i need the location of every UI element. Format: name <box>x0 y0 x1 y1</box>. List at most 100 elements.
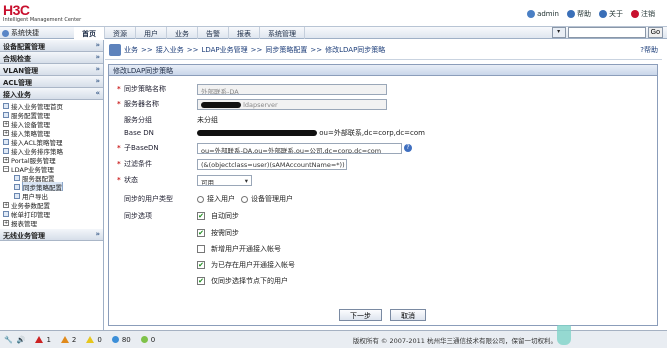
radio-icon <box>197 195 204 203</box>
sidebar-section-compliance[interactable]: 合规检查 » <box>0 52 103 64</box>
nav-resource[interactable]: 资源 <box>105 27 136 39</box>
sidebar-item-bill-print[interactable]: 帐单打印管理 <box>0 209 103 218</box>
cancel-button[interactable]: 取消 <box>390 309 426 321</box>
admin-link[interactable]: admin <box>527 10 559 18</box>
sidebar-item-label: 接入设备管理 <box>11 120 50 129</box>
expand-icon[interactable]: + <box>3 129 9 136</box>
sidebar-section-wireless[interactable]: 无线业务管理 » <box>0 229 103 241</box>
go-button[interactable]: Go <box>647 27 663 38</box>
sidebar-item-access-policy[interactable]: + 接入策略管理 <box>0 128 103 137</box>
about-label: 关于 <box>609 10 623 18</box>
sidebar-item-ldap-server[interactable]: 服务器配置 <box>0 173 103 182</box>
status-select[interactable]: 可用 ▾ <box>197 174 252 186</box>
nav-system[interactable]: 系统管理 <box>260 27 305 39</box>
policy-name-field: 外部联系-DA <box>197 83 387 95</box>
opt-selected-node[interactable]: ✔ 仅同步选择节点下的用户 <box>197 275 288 287</box>
checkbox-checked[interactable]: ✔ <box>197 277 205 285</box>
nav-search: ▾ Go <box>551 27 663 38</box>
sidebar-item-ldap[interactable]: − LDAP业务管理 <box>0 164 103 173</box>
nav-menu: 首页 资源 用户 业务 告警 报表 系统管理 <box>74 27 305 39</box>
expand-icon[interactable]: + <box>3 120 9 127</box>
label-wrap: * 子BaseDN <box>117 143 197 153</box>
breadcrumb-item[interactable]: 业务 <box>124 45 138 55</box>
sub-base-dn-input[interactable]: ou=外部联系-DA,ou=外部联系,ou=公司,dc=corp,dc=com <box>197 142 402 154</box>
sidebar-item-label: 接入业务排序策略 <box>11 147 63 156</box>
section-title: ACL管理 <box>3 79 33 87</box>
sidebar-item-sort-policy[interactable]: 接入业务排序策略 <box>0 146 103 155</box>
breadcrumb-item[interactable]: 同步策略配置 <box>265 45 307 55</box>
nav-alarm[interactable]: 告警 <box>198 27 229 39</box>
base-dn-label: Base DN <box>124 129 154 137</box>
expand-icon[interactable]: + <box>3 156 9 163</box>
sync-options-label: 同步选项 <box>124 212 152 220</box>
breadcrumb-item[interactable]: 接入业务 <box>156 45 184 55</box>
sidebar-item-portal[interactable]: + Portal服务管理 <box>0 155 103 164</box>
expand-icon[interactable]: + <box>3 201 9 208</box>
copyright-text: 版权所有 © 2007-2011 杭州华三通信技术有限公司，保留一切权利。 <box>352 337 557 345</box>
search-scope-select[interactable]: ▾ <box>551 27 566 38</box>
breadcrumb-current: 修改LDAP同步策略 <box>325 45 386 54</box>
filter-input[interactable]: (&(objectclass=user)(sAMAccountName=*)) <box>197 158 347 170</box>
content-area: 业务 >> 接入业务 >> LDAP业务管理 >> 同步策略配置 >> 修改LD… <box>105 40 662 330</box>
status-tools[interactable]: 🔧 🔊 <box>4 336 25 344</box>
opt-existing-user-account[interactable]: ✔ 为已存在用户开通接入帐号 <box>197 259 295 271</box>
sidebar-item-label: 同步策略配置 <box>22 182 63 191</box>
radio-access-user[interactable]: 接入用户 <box>197 194 235 204</box>
nav-report[interactable]: 报表 <box>229 27 260 39</box>
sidebar-item-report[interactable]: + 报表管理 <box>0 218 103 227</box>
row-status: * 状态 可用 ▾ <box>117 174 252 186</box>
opt-auto-sync[interactable]: ✔ 自动同步 <box>197 210 239 222</box>
nav-home[interactable]: 首页 <box>74 27 105 39</box>
admin-label: admin <box>537 10 559 18</box>
sidebar: 设备配置管理 » 合规检查 » VLAN管理 » ACL管理 » 接入业务 « … <box>0 40 104 330</box>
row-policy-name: * 同步策略名称 外部联系-DA <box>117 83 387 95</box>
expand-icon[interactable]: + <box>3 219 9 226</box>
next-button[interactable]: 下一步 <box>339 309 382 321</box>
radio-device-user[interactable]: 设备管理用户 <box>241 194 293 204</box>
sidebar-item-user-export[interactable]: 用户导出 <box>0 191 103 200</box>
nav-user[interactable]: 用户 <box>136 27 167 39</box>
quick-config-menu[interactable]: 系统快捷 <box>2 28 39 38</box>
section-title: 无线业务管理 <box>3 232 45 240</box>
sidebar-item-access-home[interactable]: 接入业务管理首页 <box>0 101 103 110</box>
opt-new-user-account[interactable]: 新增用户开通接入帐号 <box>197 243 281 255</box>
alarm-major[interactable]: 2 <box>60 336 76 344</box>
alarm-minor[interactable]: 0 <box>86 336 102 344</box>
help-icon[interactable]: ? <box>404 144 412 152</box>
page-help-link[interactable]: ?帮助 <box>640 45 658 55</box>
help-link[interactable]: 帮助 <box>567 9 591 19</box>
sync-object-label: 同步的用户类型 <box>124 195 173 203</box>
sidebar-section-acl[interactable]: ACL管理 » <box>0 76 103 88</box>
opt-on-demand[interactable]: ✔ 按需同步 <box>197 227 239 239</box>
alarm-warning[interactable]: 80 <box>111 336 131 344</box>
form-panel: 修改LDAP同步策略 * 同步策略名称 外部联系-DA * 服务器名称 ldapse… <box>108 64 658 326</box>
search-input[interactable] <box>567 27 646 38</box>
sidebar-section-device-config[interactable]: 设备配置管理 » <box>0 40 103 52</box>
collapse-icon[interactable]: − <box>3 165 9 172</box>
chevron-down-icon: » <box>95 65 100 73</box>
sidebar-section-vlan[interactable]: VLAN管理 » <box>0 64 103 76</box>
checkbox-checked[interactable]: ✔ <box>197 261 205 269</box>
sidebar-item-service-params[interactable]: + 业务参数配置 <box>0 200 103 209</box>
sub-base-dn-label: 子BaseDN <box>124 144 159 152</box>
alarm-info[interactable]: 0 <box>140 336 155 344</box>
server-type-label: 服务分组 <box>124 116 152 124</box>
nav-service[interactable]: 业务 <box>167 27 198 39</box>
checkbox-checked[interactable]: ✔ <box>197 212 205 220</box>
sidebar-section-access-service[interactable]: 接入业务 « <box>0 88 103 100</box>
alarm-critical[interactable]: 1 <box>35 336 51 344</box>
help-label: 帮助 <box>577 10 591 18</box>
sidebar-item-access-device[interactable]: + 接入设备管理 <box>0 119 103 128</box>
redacted-mark <box>197 130 317 136</box>
checkbox-unchecked[interactable] <box>197 245 205 253</box>
logout-link[interactable]: 注销 <box>631 9 655 19</box>
sidebar-item-service-config[interactable]: 服务配置管理 <box>0 110 103 119</box>
required-mark: * <box>117 100 121 108</box>
section-title: 设备配置管理 <box>3 43 45 51</box>
sidebar-item-acl-policy[interactable]: 接入ACL策略管理 <box>0 137 103 146</box>
breadcrumb-item[interactable]: LDAP业务管理 <box>201 45 247 55</box>
checkbox-checked[interactable]: ✔ <box>197 229 205 237</box>
about-link[interactable]: 关于 <box>599 9 623 19</box>
minor-alarm-icon <box>86 336 95 343</box>
sidebar-item-sync-policy[interactable]: 同步策略配置 <box>0 182 103 191</box>
